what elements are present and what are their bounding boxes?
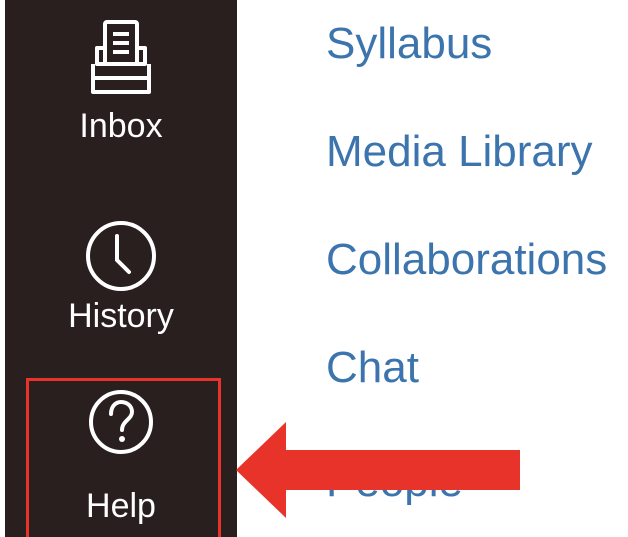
course-link-collaborations[interactable]: Collaborations bbox=[326, 234, 607, 286]
course-link-chat[interactable]: Chat bbox=[326, 342, 419, 394]
page: Inbox History Help Syllabus Media Librar… bbox=[0, 0, 628, 537]
course-navigation: Syllabus Media Library Collaborations Ch… bbox=[322, 0, 628, 537]
global-navigation-sidebar: Inbox History Help bbox=[5, 0, 237, 537]
course-link-people[interactable]: People bbox=[326, 456, 463, 508]
nav-item-history[interactable]: History bbox=[5, 218, 237, 336]
nav-item-inbox[interactable]: Inbox bbox=[5, 18, 237, 146]
clock-icon bbox=[86, 221, 156, 291]
nav-item-help[interactable]: Help bbox=[5, 388, 237, 526]
inbox-icon bbox=[91, 20, 151, 94]
course-link-media-library[interactable]: Media Library bbox=[326, 126, 593, 178]
course-link-syllabus[interactable]: Syllabus bbox=[326, 18, 492, 70]
nav-item-label: History bbox=[68, 297, 174, 335]
nav-item-label: Help bbox=[86, 487, 156, 525]
help-question-icon bbox=[89, 390, 153, 454]
nav-item-label: Inbox bbox=[79, 107, 163, 145]
